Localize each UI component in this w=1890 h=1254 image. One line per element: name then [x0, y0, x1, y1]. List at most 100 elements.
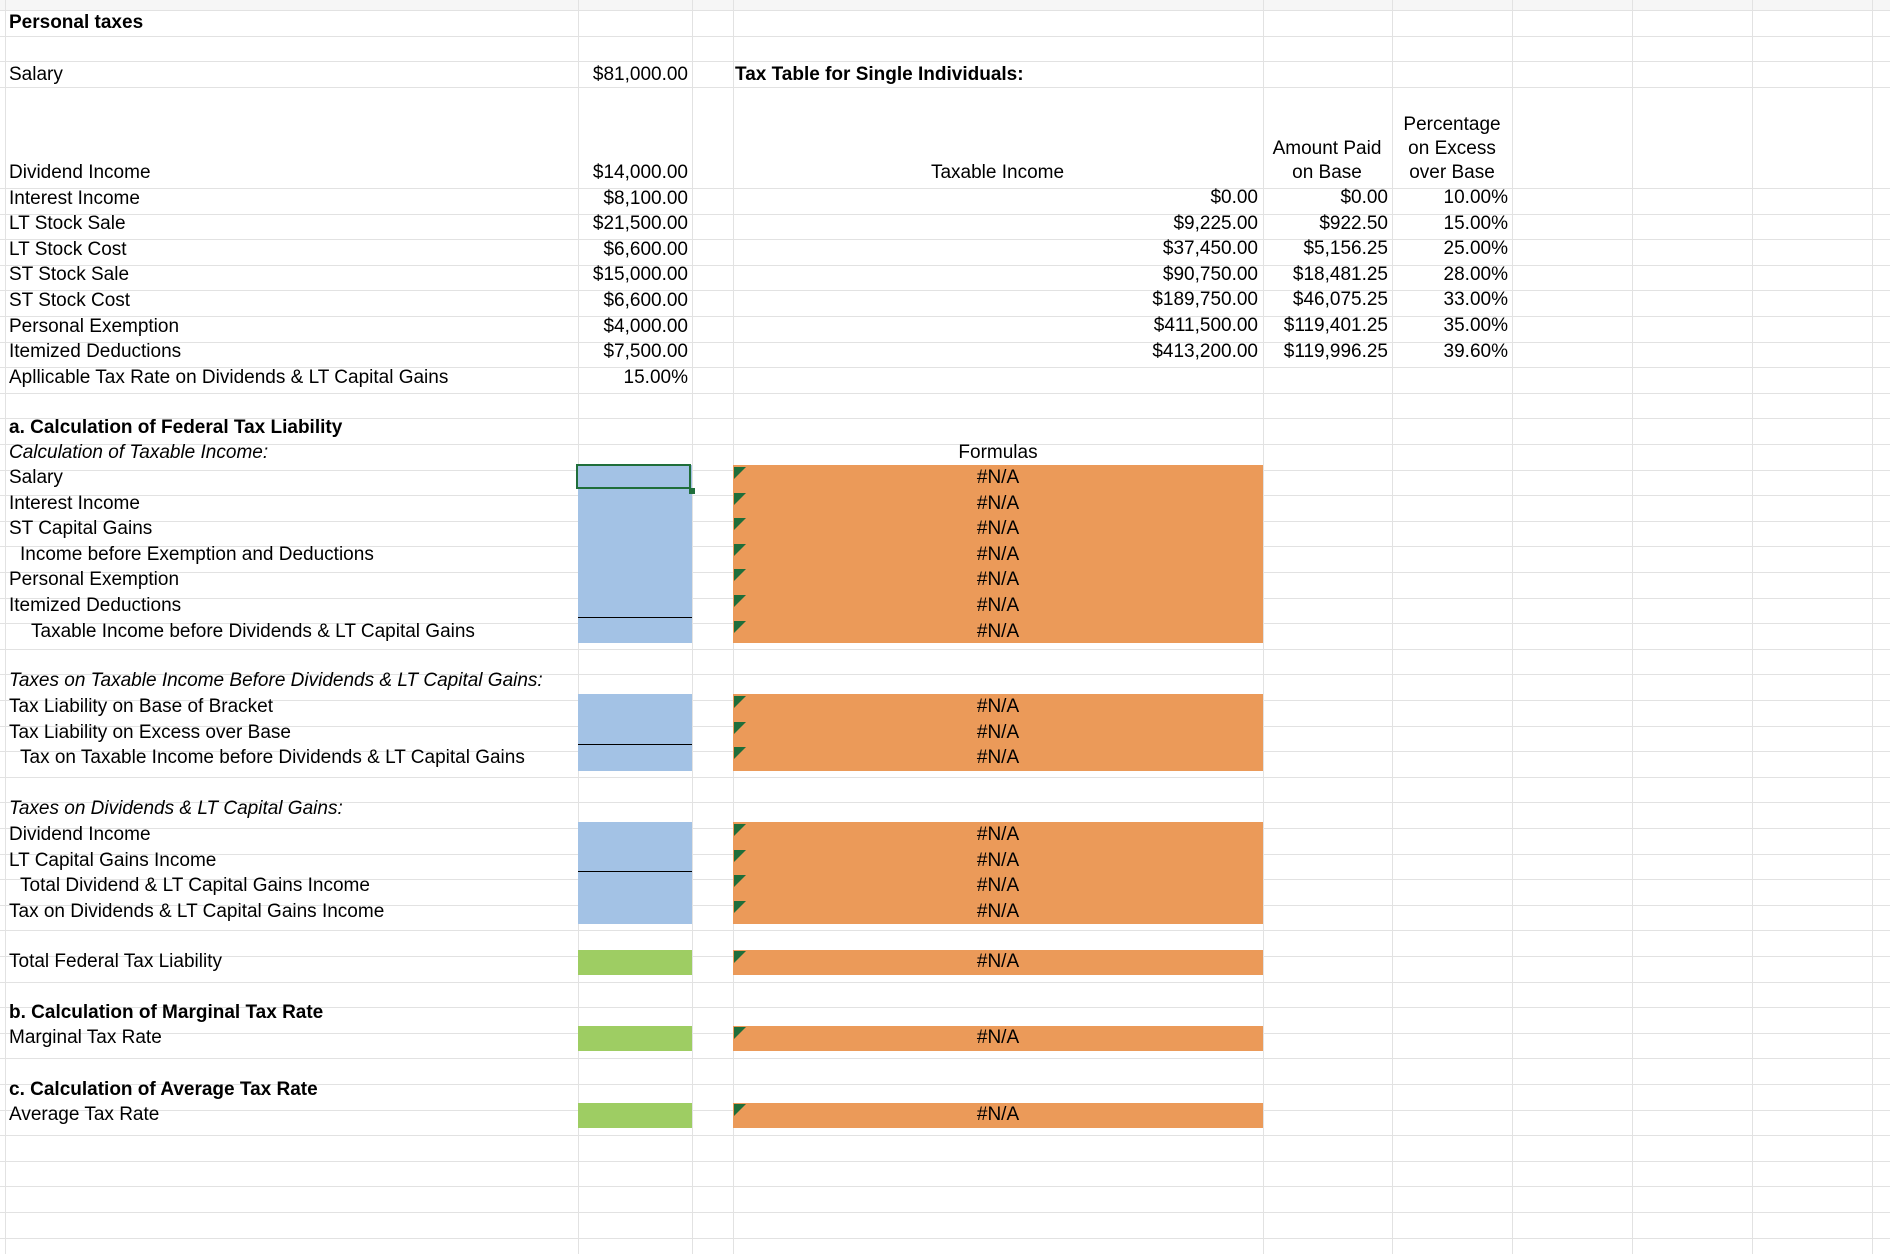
error-flag-icon	[734, 850, 746, 862]
row-gridline	[0, 777, 1890, 778]
total-federal-tax-cell[interactable]	[578, 950, 692, 975]
input-value[interactable]: $8,100.00	[580, 187, 688, 211]
calc-row-label: Salary	[9, 467, 63, 488]
tax-table-pct[interactable]: 39.60%	[1392, 340, 1508, 364]
formula-result: #N/A	[976, 544, 1020, 565]
section-a-title: a. Calculation of Federal Tax Liability	[9, 417, 343, 438]
tax-table-header-base-1: Amount Paid	[1272, 138, 1382, 159]
blue-input-block-3[interactable]	[578, 822, 692, 924]
tax-table-pct[interactable]: 33.00%	[1392, 288, 1508, 312]
input-label: Interest Income	[9, 188, 140, 209]
row-gridline	[0, 87, 1890, 88]
marginal-tax-rate-cell[interactable]	[578, 1026, 692, 1051]
input-value[interactable]: $21,500.00	[580, 212, 688, 236]
average-tax-rate-cell[interactable]	[578, 1103, 692, 1128]
input-label: Apllicable Tax Rate on Dividends & LT Ca…	[9, 367, 449, 388]
row-gridline	[0, 1212, 1890, 1213]
error-flag-icon	[734, 875, 746, 887]
input-label: Dividend Income	[9, 162, 151, 183]
calc-row-label: Income before Exemption and Deductions	[20, 544, 374, 565]
input-label: Itemized Deductions	[9, 341, 182, 362]
error-flag-icon	[734, 544, 746, 556]
tax-table-pct[interactable]: 25.00%	[1392, 237, 1508, 261]
section-c-title: c. Calculation of Average Tax Rate	[9, 1079, 318, 1100]
input-value[interactable]: $4,000.00	[580, 315, 688, 339]
section-a-subtitle: Calculation of Taxable Income:	[9, 442, 269, 463]
tax-table-income[interactable]: $411,500.00	[1120, 314, 1258, 338]
error-flag-icon	[734, 901, 746, 913]
blue-input-block-2[interactable]	[578, 694, 692, 771]
underline-2	[578, 744, 692, 745]
formula-result: #N/A	[976, 875, 1020, 896]
error-flag-icon	[734, 493, 746, 505]
formula-result: #N/A	[976, 621, 1020, 642]
row-gridline	[0, 393, 1890, 394]
row-gridline	[0, 290, 1890, 291]
tax-table-income[interactable]: $0.00	[1120, 186, 1258, 210]
tax-table-base[interactable]: $922.50	[1262, 212, 1388, 236]
tax-table-pct[interactable]: 15.00%	[1392, 212, 1508, 236]
error-flag-icon	[734, 621, 746, 633]
tax-table-base[interactable]: $0.00	[1262, 186, 1388, 210]
error-flag-icon	[734, 569, 746, 581]
tax-table-header-base-2: on Base	[1292, 162, 1362, 183]
calc-row-label: Tax on Taxable Income before Dividends &…	[20, 747, 525, 768]
input-label: ST Stock Sale	[9, 264, 130, 285]
error-flag-icon	[734, 1027, 746, 1039]
error-flag-icon	[734, 747, 746, 759]
tax-table-income[interactable]: $413,200.00	[1120, 340, 1258, 364]
section-a-subtitle2: Taxes on Taxable Income Before Dividends…	[9, 670, 543, 691]
calc-row-label: Tax Liability on Excess over Base	[9, 722, 291, 743]
tax-table-header-taxable-income: Taxable Income	[930, 162, 1065, 183]
tax-table-base[interactable]: $5,156.25	[1262, 237, 1388, 261]
row-gridline	[0, 36, 1890, 37]
row-gridline	[0, 188, 1890, 189]
input-value[interactable]: 15.00%	[580, 366, 688, 390]
tax-table-pct[interactable]: 28.00%	[1392, 263, 1508, 287]
formula-result: #N/A	[976, 1104, 1020, 1125]
formula-result: #N/A	[976, 518, 1020, 539]
error-flag-icon	[734, 696, 746, 708]
row-gridline	[0, 1186, 1890, 1187]
tax-table-pct[interactable]: 35.00%	[1392, 314, 1508, 338]
fill-handle[interactable]	[689, 488, 695, 494]
input-label: ST Stock Cost	[9, 290, 131, 311]
spreadsheet-grid[interactable]: Personal taxes Salary $81,000.00 Tax Tab…	[0, 0, 1890, 1254]
tax-table-base[interactable]: $119,996.25	[1262, 340, 1388, 364]
input-value[interactable]: $15,000.00	[580, 263, 688, 287]
tax-table-base[interactable]: $119,401.25	[1262, 314, 1388, 338]
row-gridline	[0, 1238, 1890, 1239]
calc-row-label: Dividend Income	[9, 824, 151, 845]
row-gridline	[0, 61, 1890, 62]
section-a-subtitle3: Taxes on Dividends & LT Capital Gains:	[9, 798, 343, 819]
calc-row-label: Tax on Dividends & LT Capital Gains Inco…	[9, 901, 385, 922]
tax-table-income[interactable]: $37,450.00	[1120, 237, 1258, 261]
input-value[interactable]: $7,500.00	[580, 340, 688, 364]
tax-table-header-pct-3: over Base	[1409, 162, 1495, 183]
calc-row-label: Itemized Deductions	[9, 595, 182, 616]
row-gridline	[0, 265, 1890, 266]
formula-result: #N/A	[976, 493, 1020, 514]
error-flag-icon	[734, 824, 746, 836]
tax-table-base[interactable]: $46,075.25	[1262, 288, 1388, 312]
calc-row-label: Taxable Income before Dividends & LT Cap…	[31, 621, 475, 642]
tax-table-pct[interactable]: 10.00%	[1392, 186, 1508, 210]
row-gridline	[0, 649, 1890, 650]
input-value[interactable]: $6,600.00	[580, 289, 688, 313]
tax-table-title: Tax Table for Single Individuals:	[735, 64, 1024, 85]
row-gridline	[0, 1058, 1890, 1059]
calc-row-label: LT Capital Gains Income	[9, 850, 217, 871]
tax-table-income[interactable]: $189,750.00	[1120, 288, 1258, 312]
input-value-salary[interactable]: $81,000.00	[580, 63, 688, 87]
selected-cell[interactable]	[576, 464, 691, 489]
calc-row-label: Personal Exemption	[9, 569, 180, 590]
input-value[interactable]: $6,600.00	[580, 238, 688, 262]
input-value[interactable]: $14,000.00	[580, 161, 688, 185]
tax-table-income[interactable]: $9,225.00	[1120, 212, 1258, 236]
formula-result: #N/A	[976, 747, 1020, 768]
error-flag-icon	[734, 467, 746, 479]
tax-table-base[interactable]: $18,481.25	[1262, 263, 1388, 287]
sheet-title: Personal taxes	[9, 12, 144, 33]
formula-result: #N/A	[976, 951, 1020, 972]
tax-table-income[interactable]: $90,750.00	[1120, 263, 1258, 287]
